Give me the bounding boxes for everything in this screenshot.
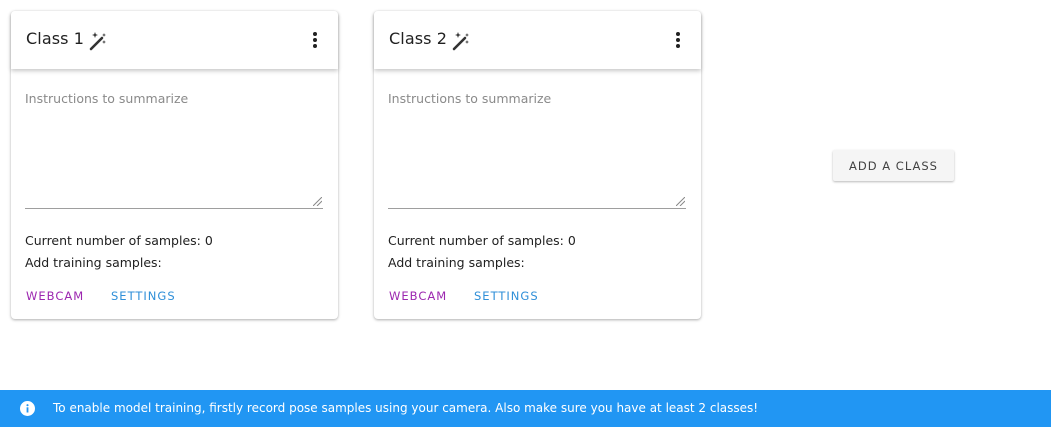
class-card-1: Class 1 Current number of samples: 0 Add… — [11, 11, 338, 319]
class-title: Class 1 — [26, 29, 85, 48]
settings-button[interactable]: SETTINGS — [474, 289, 539, 303]
settings-button[interactable]: SETTINGS — [111, 289, 176, 303]
class-card-2: Class 2 Current number of samples: 0 Add… — [374, 11, 701, 319]
instructions-input[interactable] — [388, 85, 686, 209]
webcam-button[interactable]: WEBCAM — [389, 289, 447, 303]
sample-count: Current number of samples: 0 — [388, 233, 576, 248]
banner-message: To enable model training, firstly record… — [53, 401, 759, 415]
add-samples-label: Add training samples: — [25, 255, 162, 270]
more-vert-icon[interactable] — [671, 30, 685, 52]
webcam-button[interactable]: WEBCAM — [26, 289, 84, 303]
class-title: Class 2 — [389, 29, 448, 48]
magic-wand-icon[interactable] — [450, 30, 472, 52]
class-card-header: Class 1 — [11, 11, 338, 69]
info-icon — [20, 401, 35, 416]
add-samples-label: Add training samples: — [388, 255, 525, 270]
magic-wand-icon[interactable] — [87, 30, 109, 52]
resize-grip-icon[interactable] — [313, 197, 322, 206]
info-banner: To enable model training, firstly record… — [0, 390, 1051, 427]
instructions-input[interactable] — [25, 85, 323, 209]
class-card-header: Class 2 — [374, 11, 701, 69]
add-class-button[interactable]: ADD A CLASS — [833, 150, 954, 181]
resize-grip-icon[interactable] — [676, 197, 685, 206]
sample-count: Current number of samples: 0 — [25, 233, 213, 248]
more-vert-icon[interactable] — [308, 30, 322, 52]
